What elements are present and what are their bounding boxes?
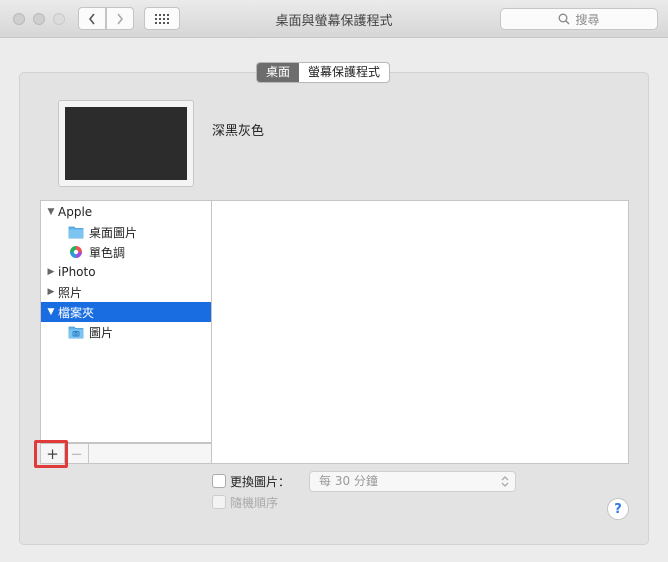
disclosure-triangle-icon[interactable]: ▼ <box>44 307 58 317</box>
change-picture-label: 更換圖片： <box>230 475 291 489</box>
sidebar-item-photos[interactable]: ▶ 照片 <box>41 282 211 302</box>
source-list: ▼ Apple 桌面圖片 單色調 ▶ iPhoto ▶ 照片 ▼ 檔案夾 圖片 <box>40 200 212 443</box>
title-bar: 桌面與螢幕保護程式 搜尋 <box>0 0 668 38</box>
sidebar-item-folders[interactable]: ▼ 檔案夾 <box>41 302 211 322</box>
change-picture-checkbox[interactable] <box>212 474 226 488</box>
sidebar-item-iphoto[interactable]: ▶ iPhoto <box>41 262 211 282</box>
color-wheel-icon <box>70 246 82 258</box>
sidebar-item-label: 照片 <box>58 285 83 300</box>
interval-select[interactable]: 每 30 分鐘 <box>309 471 516 492</box>
sidebar-item-desktop-pictures[interactable]: 桌面圖片 <box>41 222 211 242</box>
disclosure-triangle-icon[interactable]: ▼ <box>44 207 58 217</box>
sidebar-item-label: iPhoto <box>58 265 96 279</box>
disclosure-triangle-icon[interactable]: ▶ <box>44 287 58 297</box>
disclosure-triangle-icon[interactable]: ▶ <box>44 267 58 277</box>
sidebar-item-apple[interactable]: ▼ Apple <box>41 202 211 222</box>
chevron-up-down-icon <box>501 476 509 487</box>
current-picture-name: 深黑灰色 <box>212 124 265 139</box>
help-button[interactable]: ? <box>607 498 629 520</box>
random-order-checkbox[interactable] <box>212 495 226 509</box>
folder-icon <box>68 226 84 239</box>
sidebar-item-solid-colors[interactable]: 單色調 <box>41 242 211 262</box>
sidebar-item-label: 檔案夾 <box>58 305 95 320</box>
source-list-toolbar: + − <box>40 443 212 464</box>
search-icon <box>559 13 570 25</box>
desktop-preview <box>58 100 194 187</box>
desktop-preview-image <box>65 107 187 180</box>
search-field[interactable]: 搜尋 <box>500 8 658 30</box>
tab-bar: 桌面 螢幕保護程式 <box>256 62 391 83</box>
picture-grid <box>211 200 629 464</box>
sidebar-item-label: Apple <box>58 205 93 219</box>
search-placeholder: 搜尋 <box>575 12 600 27</box>
remove-folder-button[interactable]: − <box>65 444 89 463</box>
add-folder-button[interactable]: + <box>41 444 65 463</box>
random-order-label: 隨機順序 <box>230 496 279 510</box>
preferences-window: 桌面與螢幕保護程式 搜尋 桌面 螢幕保護程式 深黑灰色 ▼ Apple 桌面圖片… <box>0 0 668 562</box>
sidebar-item-pictures[interactable]: 圖片 <box>41 322 211 342</box>
interval-value: 每 30 分鐘 <box>319 474 378 488</box>
sidebar-item-label: 單色調 <box>89 245 126 260</box>
sidebar-item-label: 圖片 <box>89 325 114 340</box>
tab-screen-saver[interactable]: 螢幕保護程式 <box>299 63 389 82</box>
sidebar-item-label: 桌面圖片 <box>89 225 138 240</box>
tab-desktop[interactable]: 桌面 <box>257 63 300 82</box>
pictures-folder-icon <box>68 326 84 339</box>
